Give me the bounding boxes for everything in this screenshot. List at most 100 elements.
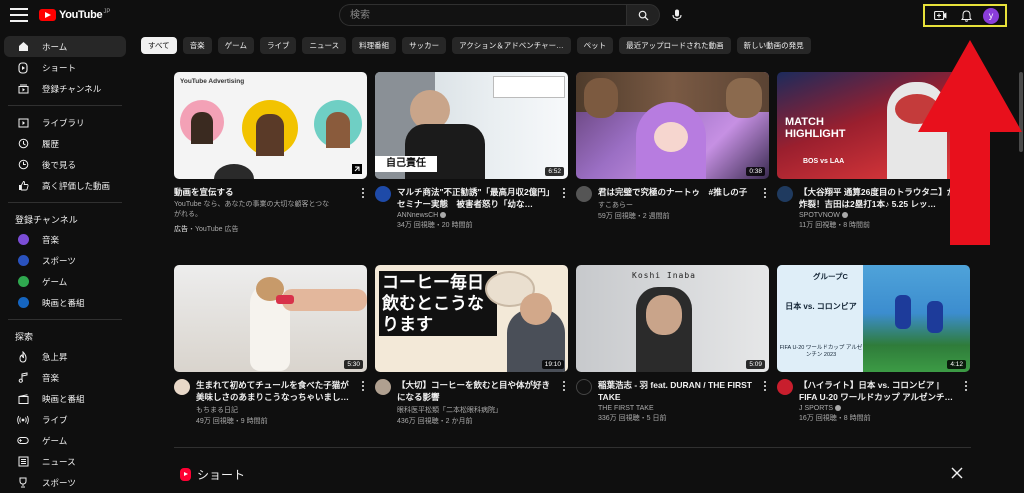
channel-name[interactable]: もちまる日記 <box>196 405 356 415</box>
search-icon <box>638 10 649 21</box>
sidebar-item-news[interactable]: ニュース <box>4 451 126 472</box>
video-card: 5:30 生まれて初めてチュールを食べた子猫が美味しさのあまりこうなっちゃいまし… <box>174 265 367 426</box>
video-thumbnail[interactable]: 0:38 <box>576 72 769 179</box>
external-link-icon <box>352 164 362 174</box>
sidebar-item-music[interactable]: 音楽 <box>4 367 126 388</box>
sidebar-item-home[interactable]: ホーム <box>4 36 126 57</box>
sidebar-item-liked[interactable]: 高く評価した動画 <box>4 175 126 196</box>
sidebar-item-shorts[interactable]: ショート <box>4 57 126 78</box>
ad-badge: 広告 <box>174 226 188 233</box>
video-thumbnail[interactable]: YouTube Advertising <box>174 72 367 179</box>
thumb-portrait <box>214 164 254 179</box>
channel-avatar[interactable] <box>777 379 793 395</box>
gaming-icon <box>17 435 29 447</box>
chip-soccer[interactable]: サッカー <box>402 37 447 54</box>
account-avatar[interactable]: ｙ <box>983 7 999 24</box>
chip-new-to-you[interactable]: 新しい動画の発見 <box>736 37 811 54</box>
shorts-icon <box>180 468 191 481</box>
video-title[interactable]: 【ハイライト】日本 vs. コロンビア | FIFA U-20 ワールドカップ … <box>799 379 959 403</box>
voice-search-button[interactable] <box>668 6 686 24</box>
video-stats: 59万 回視聴・2 週間前 <box>598 213 670 220</box>
video-thumbnail[interactable]: グループC 日本 vs. コロンビア FIFA U-20 ワールドカップ アルゼ… <box>777 265 970 372</box>
sidebar-item-live[interactable]: ライブ <box>4 409 126 430</box>
more-options-button[interactable] <box>761 379 769 393</box>
channel-name[interactable]: THE FIRST TAKE <box>598 405 758 412</box>
chip-live[interactable]: ライブ <box>259 37 297 54</box>
channel-name[interactable]: J SPORTS <box>799 405 959 412</box>
trending-icon <box>17 350 29 363</box>
thumb-caption: 自己責任 <box>375 156 437 172</box>
video-title[interactable]: 君は完璧で究極のナートゥ #推しの子 <box>598 186 758 198</box>
search-button[interactable] <box>626 4 660 26</box>
video-thumbnail[interactable]: 自己責任 6:52 <box>375 72 568 179</box>
thumb-treat <box>276 295 294 304</box>
sidebar-item-movies[interactable]: 映画と番組 <box>4 388 126 409</box>
sidebar-item-sports[interactable]: スポーツ <box>4 472 126 493</box>
sidebar-item-history[interactable]: 履歴 <box>4 133 126 154</box>
chip-gaming[interactable]: ゲーム <box>217 37 254 54</box>
sidebar-item-trending[interactable]: 急上昇 <box>4 346 126 367</box>
more-options-button[interactable] <box>761 186 769 200</box>
channel-name[interactable]: すこあらー <box>598 200 758 210</box>
chip-cooking[interactable]: 料理番組 <box>352 37 397 54</box>
chip-music[interactable]: 音楽 <box>182 37 212 54</box>
video-title[interactable]: 生まれて初めてチュールを食べた子猫が美味しさのあまりこうなっちゃいまし… <box>196 379 356 403</box>
video-thumbnail[interactable]: 5:30 <box>174 265 367 372</box>
create-button[interactable] <box>931 7 949 25</box>
sidebar-channel-movies[interactable]: 映画と番組 <box>4 292 126 313</box>
notifications-button[interactable] <box>957 7 975 25</box>
sidebar-channel-sports[interactable]: スポーツ <box>4 250 126 271</box>
channel-name[interactable]: ANNnewsCH <box>397 212 557 219</box>
video-thumbnail[interactable]: Koshi Inaba 5:09 <box>576 265 769 372</box>
sidebar-item-watch-later[interactable]: 後で見る <box>4 154 126 175</box>
chip-news[interactable]: ニュース <box>302 37 347 54</box>
video-title[interactable]: 稲葉浩志 - 羽 feat. DURAN / THE FIRST TAKE <box>598 379 758 403</box>
more-options-button[interactable] <box>359 186 367 200</box>
sidebar-item-library[interactable]: ライブラリ <box>4 112 126 133</box>
filter-chips: すべて 音楽 ゲーム ライブ ニュース 料理番組 サッカー アクション＆アドベン… <box>141 37 811 54</box>
channel-avatar[interactable] <box>777 186 793 202</box>
chip-pets[interactable]: ペット <box>576 37 614 54</box>
home-icon <box>17 41 29 53</box>
menu-icon[interactable] <box>10 8 28 22</box>
sidebar-item-gaming[interactable]: ゲーム <box>4 430 126 451</box>
music-icon <box>17 372 29 384</box>
history-icon <box>17 138 29 150</box>
video-stats: 49万 回視聴・9 時間前 <box>196 418 268 425</box>
chip-action-adventure[interactable]: アクション＆アドベンチャー… <box>452 37 571 54</box>
more-options-button[interactable] <box>359 379 367 393</box>
more-options-button[interactable] <box>962 379 970 393</box>
video-thumbnail[interactable]: コーヒー毎日飲むとこうなります 19:10 <box>375 265 568 372</box>
sidebar-item-subscriptions[interactable]: 登録チャンネル <box>4 78 126 99</box>
more-options-button[interactable] <box>560 186 568 200</box>
section-divider <box>174 447 971 448</box>
sidebar-item-label: スポーツ <box>42 255 76 266</box>
chip-all[interactable]: すべて <box>141 37 177 54</box>
explore-heading: 探索 <box>15 331 34 342</box>
sidebar-channel-music[interactable]: 音楽 <box>4 229 126 250</box>
sidebar-channel-gaming[interactable]: ゲーム <box>4 271 126 292</box>
channel-avatar[interactable] <box>174 379 190 395</box>
chip-recently-uploaded[interactable]: 最近アップロードされた動画 <box>619 37 731 54</box>
video-title[interactable]: 動画を宣伝する <box>174 186 334 198</box>
video-title[interactable]: 【大切】コーヒーを飲むと目や体が好きになる影響 <box>397 379 557 403</box>
channel-avatar[interactable] <box>576 379 592 395</box>
more-options-button[interactable] <box>560 379 568 393</box>
thumb-person-face <box>520 293 552 325</box>
sidebar-item-label: 登録チャンネル <box>42 83 102 94</box>
channel-avatar[interactable] <box>375 186 391 202</box>
channel-name[interactable]: 眼科医平松類「二本松眼科病院」 <box>397 405 557 415</box>
close-icon[interactable] <box>950 466 964 480</box>
channel-avatar <box>17 255 29 266</box>
youtube-logo[interactable]: YouTube JP <box>39 9 110 21</box>
channel-avatar[interactable] <box>576 186 592 202</box>
video-duration: 5:30 <box>344 360 363 369</box>
search-input[interactable] <box>339 4 626 26</box>
sidebar-item-label: 音楽 <box>42 234 60 245</box>
sidebar-item-label: 映画と番組 <box>42 297 85 308</box>
sidebar-item-label: 後で見る <box>42 159 77 170</box>
channel-avatar[interactable] <box>375 379 391 395</box>
video-title[interactable]: マルチ商法"不正勧誘"「最高月収2億円」セミナー実態 被害者怒り「幼な… <box>397 186 557 210</box>
thumb-caption: MATCH HIGHLIGHT <box>785 116 846 140</box>
video-card: グループC 日本 vs. コロンビア FIFA U-20 ワールドカップ アルゼ… <box>777 265 970 423</box>
